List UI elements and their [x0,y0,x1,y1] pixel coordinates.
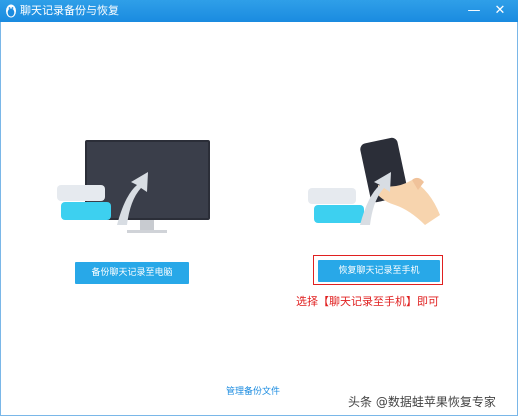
monitor-illustration [57,140,210,233]
phone-in-hand-illustration [308,137,440,225]
restore-to-phone-button[interactable]: 恢复聊天记录至手机 [318,260,440,282]
minimize-button[interactable]: — [466,3,482,19]
backup-to-pc-button[interactable]: 备份聊天记录至电脑 [75,262,189,284]
close-button[interactable]: ✕ [492,3,508,19]
watermark: 头条 @数据蛙苹果恢复专家 [348,395,496,409]
penguin-icon [6,4,16,18]
window-title: 聊天记录备份与恢复 [20,4,119,17]
manage-backup-files-link[interactable]: 管理备份文件 [226,384,280,397]
title-bar: 聊天记录备份与恢复 — ✕ [0,0,518,22]
instruction-annotation: 选择【聊天记录至手机】即可 [296,295,439,308]
